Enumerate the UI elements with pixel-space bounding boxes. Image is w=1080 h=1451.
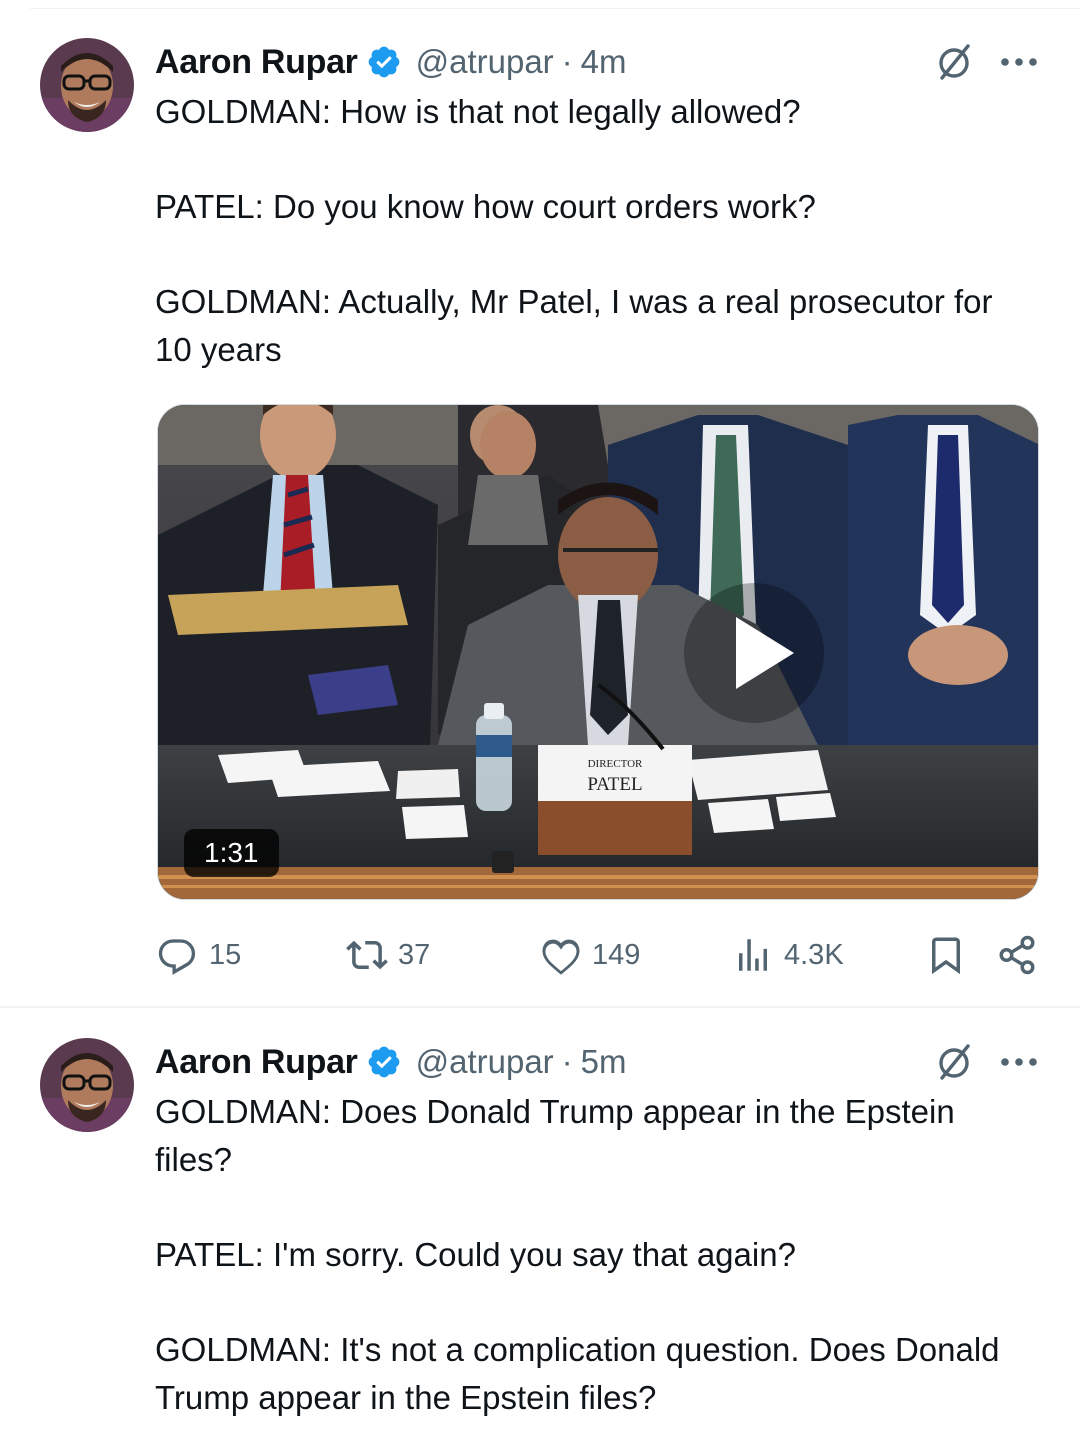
tweet-text-line: GOLDMAN: Does Donald Trump appear in the… xyxy=(155,1093,955,1178)
separator-dot: · xyxy=(561,1043,573,1080)
like-icon xyxy=(542,939,580,975)
like-count: 149 xyxy=(592,938,641,971)
tweet-text: GOLDMAN: How is that not legally allowed… xyxy=(155,88,1035,374)
tweet[interactable]: Aaron Rupar @atrupar · 5m GOLDMAN: Does … xyxy=(0,1006,1080,1451)
separator-dot: · xyxy=(561,43,573,80)
views-icon xyxy=(739,939,767,971)
bookmark-button[interactable] xyxy=(925,928,967,982)
verified-badge-icon xyxy=(368,46,399,78)
verified-badge-icon xyxy=(368,1046,399,1078)
views-count: 4.3K xyxy=(784,938,844,971)
timestamp[interactable]: 4m xyxy=(581,43,627,81)
author-handle[interactable]: @atrupar xyxy=(416,43,554,81)
video-thumbnail: DIRECTOR PATEL xyxy=(158,405,1038,899)
share-icon xyxy=(999,935,1035,975)
grok-icon[interactable] xyxy=(934,1042,974,1082)
tweet-text-line: PATEL: Do you know how court orders work… xyxy=(155,188,816,225)
action-bar: 15 37 149 4.3K xyxy=(0,928,1080,982)
reply-icon xyxy=(158,939,196,975)
grok-icon[interactable] xyxy=(934,42,974,82)
tweet-text-line: GOLDMAN: It's not a complication questio… xyxy=(155,1331,1000,1416)
video-player[interactable]: DIRECTOR PATEL 1:31 xyxy=(157,404,1039,900)
bookmark-icon xyxy=(932,937,960,975)
share-button[interactable] xyxy=(996,928,1038,982)
reply-count: 15 xyxy=(209,938,242,971)
more-icon[interactable] xyxy=(1000,1056,1038,1068)
tweet-text-line: GOLDMAN: Actually, Mr Patel, I was a rea… xyxy=(155,283,993,368)
retweet-icon xyxy=(346,940,388,970)
retweet-button[interactable]: 37 xyxy=(346,928,430,982)
avatar[interactable] xyxy=(40,38,134,132)
author-handle[interactable]: @atrupar xyxy=(416,1043,554,1081)
tweet-header: Aaron Rupar @atrupar · 4m xyxy=(155,38,627,86)
nameplate-line2: PATEL xyxy=(587,774,642,795)
video-duration: 1:31 xyxy=(184,829,279,877)
more-icon[interactable] xyxy=(1000,56,1038,68)
views-button[interactable]: 4.3K xyxy=(732,928,844,982)
author-name[interactable]: Aaron Rupar xyxy=(155,43,358,82)
play-icon[interactable] xyxy=(684,583,824,723)
avatar[interactable] xyxy=(40,1038,134,1132)
nameplate-line1: DIRECTOR xyxy=(588,758,643,770)
tweet[interactable]: Aaron Rupar @atrupar · 4m GOLDMAN: How i… xyxy=(0,0,1080,1005)
author-name[interactable]: Aaron Rupar xyxy=(155,1043,358,1082)
reply-button[interactable]: 15 xyxy=(157,928,241,982)
tweet-text: GOLDMAN: Does Donald Trump appear in the… xyxy=(155,1088,1035,1422)
tweet-header: Aaron Rupar @atrupar · 5m xyxy=(155,1038,627,1086)
retweet-count: 37 xyxy=(398,938,431,971)
like-button[interactable]: 149 xyxy=(540,928,640,982)
tweet-text-line: GOLDMAN: How is that not legally allowed… xyxy=(155,93,801,130)
tweet-text-line: PATEL: I'm sorry. Could you say that aga… xyxy=(155,1236,796,1273)
timestamp[interactable]: 5m xyxy=(581,1043,627,1081)
